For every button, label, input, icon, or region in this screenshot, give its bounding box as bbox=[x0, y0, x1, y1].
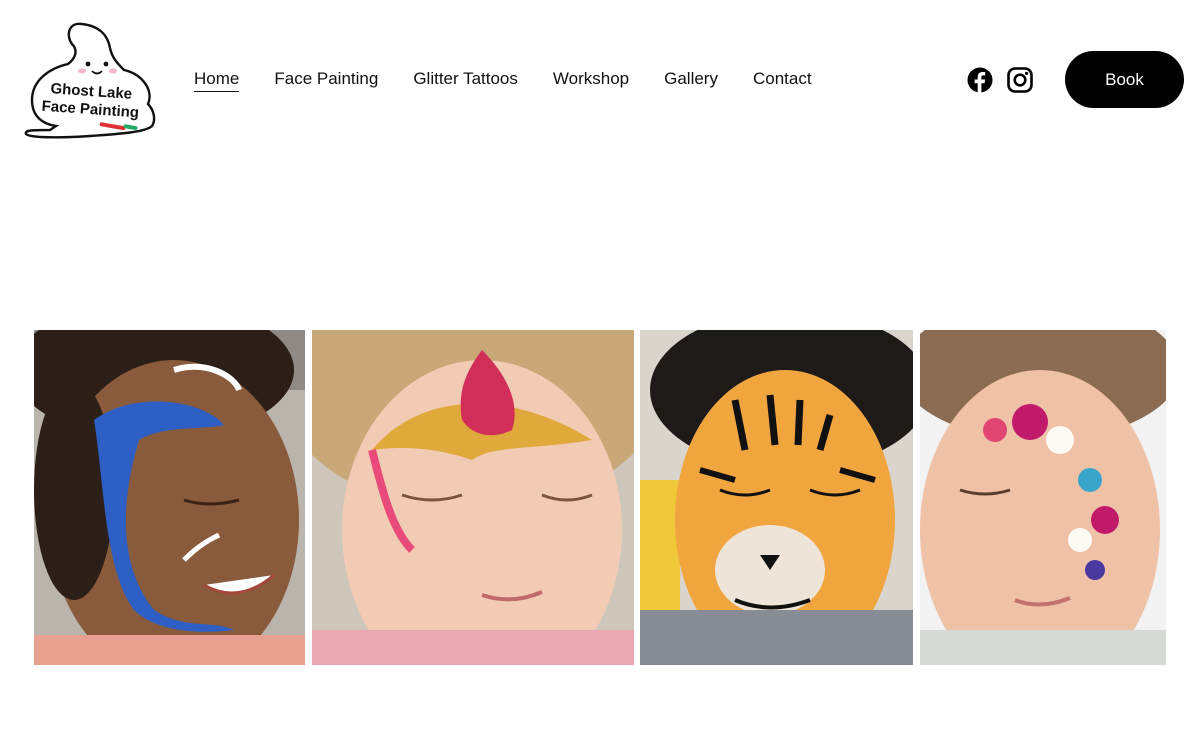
social-links bbox=[967, 67, 1033, 93]
nav-item-contact[interactable]: Contact bbox=[753, 68, 812, 92]
book-button[interactable]: Book bbox=[1065, 51, 1184, 108]
gallery-photo-flowers[interactable] bbox=[920, 330, 1166, 665]
nav-item-home[interactable]: Home bbox=[194, 68, 240, 92]
ghost-logo-icon: Ghost Lake Face Painting bbox=[24, 22, 156, 139]
nav-item-workshop[interactable]: Workshop bbox=[553, 68, 629, 92]
gallery-photo-princess[interactable] bbox=[312, 330, 634, 665]
facebook-icon[interactable] bbox=[967, 67, 993, 93]
nav-item-gallery[interactable]: Gallery bbox=[664, 68, 718, 92]
instagram-icon[interactable] bbox=[1007, 67, 1033, 93]
site-header: Ghost Lake Face Painting Home Face Paint… bbox=[0, 0, 1200, 160]
photo-gallery bbox=[34, 330, 1166, 665]
gallery-photo-tiger[interactable] bbox=[640, 330, 913, 665]
main-nav: Home Face Painting Glitter Tattoos Works… bbox=[194, 68, 847, 92]
nav-item-glitter-tattoos[interactable]: Glitter Tattoos bbox=[413, 68, 518, 92]
nav-item-face-painting[interactable]: Face Painting bbox=[274, 68, 378, 92]
gallery-photo-dolphin[interactable] bbox=[34, 330, 305, 665]
site-logo[interactable]: Ghost Lake Face Painting bbox=[20, 18, 158, 142]
